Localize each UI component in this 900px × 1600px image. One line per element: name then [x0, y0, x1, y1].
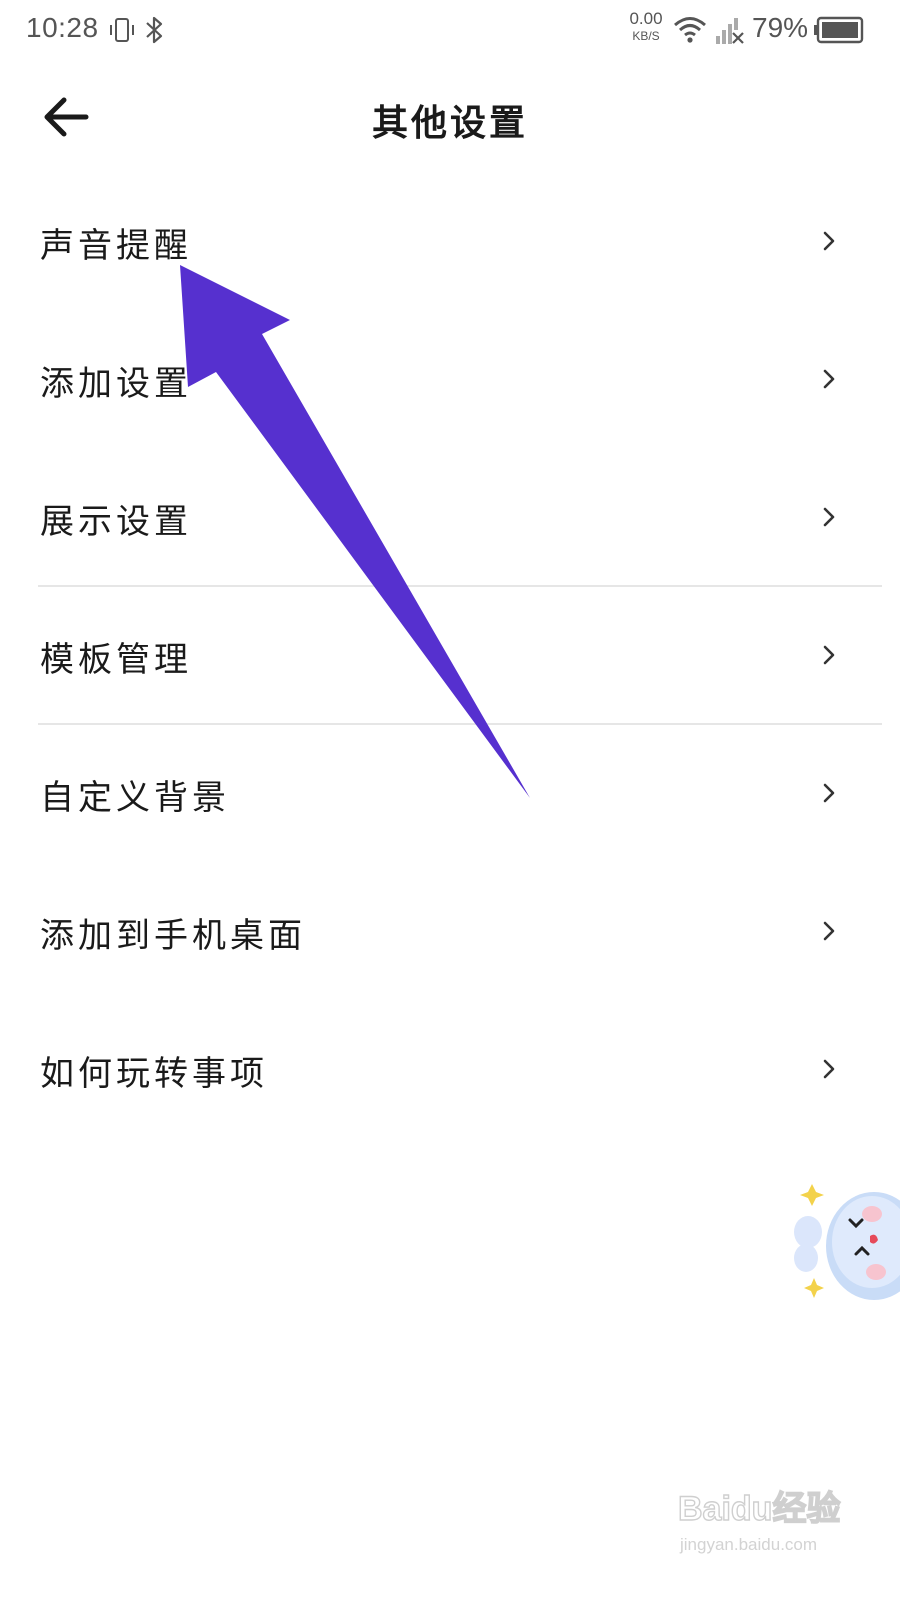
chevron-right-icon — [823, 507, 835, 527]
network-speed-value: 0.00 — [629, 9, 663, 28]
bluetooth-icon — [146, 16, 163, 44]
menu-item-label: 添加设置 — [40, 364, 192, 404]
chevron-right-icon — [823, 231, 835, 251]
divider — [38, 723, 882, 725]
vibrate-icon — [110, 18, 134, 42]
menu-item-label: 如何玩转事项 — [40, 1054, 268, 1094]
header: 其他设置 — [0, 70, 900, 166]
battery-percent: 79% — [752, 12, 809, 43]
status-time: 10:28 — [26, 12, 99, 43]
signal-no-sim-icon — [716, 18, 744, 44]
chevron-right-icon — [823, 1059, 835, 1079]
menu-item-add-settings[interactable]: 添加设置 — [0, 310, 900, 448]
settings-menu: 声音提醒 添加设置 展示设置 模板管理 自定义背景 添加到手机桌面 如何玩转事项 — [0, 172, 900, 1138]
battery-icon — [814, 16, 864, 44]
menu-item-label: 模板管理 — [40, 640, 192, 680]
wifi-icon — [674, 17, 706, 43]
watermark-brand: Baidu经验 — [678, 1489, 840, 1528]
menu-item-template-management[interactable]: 模板管理 — [0, 585, 900, 724]
network-speed: 0.00 KB/S — [624, 10, 668, 42]
menu-item-add-to-home-screen[interactable]: 添加到手机桌面 — [0, 862, 900, 1000]
menu-item-label: 展示设置 — [40, 502, 192, 542]
menu-item-sound-reminder[interactable]: 声音提醒 — [0, 172, 900, 310]
divider — [38, 585, 882, 587]
cartoon-mascot-icon[interactable] — [790, 1172, 900, 1312]
watermark-url: jingyan.baidu.com — [679, 1535, 817, 1554]
chevron-right-icon — [823, 921, 835, 941]
status-bar: 10:28 0.00 KB/S 79% — [0, 0, 900, 64]
menu-item-display-settings[interactable]: 展示设置 — [0, 448, 900, 586]
network-speed-unit: KB/S — [632, 29, 660, 43]
page-title: 其他设置 — [371, 102, 528, 144]
menu-item-how-to-use[interactable]: 如何玩转事项 — [0, 1000, 900, 1138]
baidu-jingyan-watermark: Baidu经验 jingyan.baidu.com — [677, 1488, 841, 1554]
menu-item-custom-background[interactable]: 自定义背景 — [0, 723, 900, 862]
menu-item-label: 自定义背景 — [40, 778, 230, 818]
menu-item-label: 声音提醒 — [40, 226, 192, 266]
chevron-right-icon — [823, 369, 835, 389]
chevron-right-icon — [823, 645, 835, 665]
chevron-right-icon — [823, 783, 835, 803]
menu-item-label: 添加到手机桌面 — [40, 916, 306, 956]
